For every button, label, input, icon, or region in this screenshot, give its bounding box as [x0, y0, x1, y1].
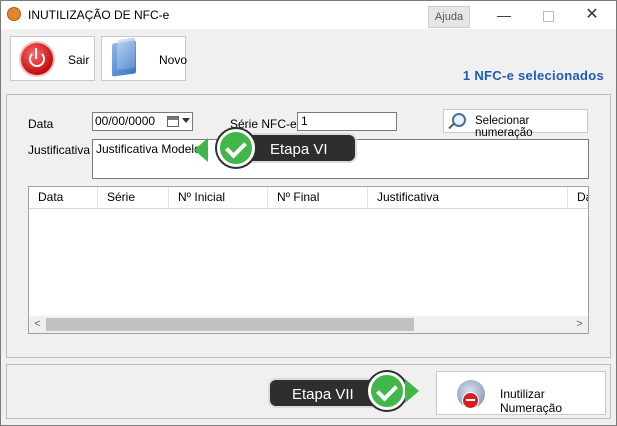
series-input[interactable]: 1 [297, 112, 397, 131]
close-button[interactable]: ✕ [572, 1, 612, 29]
column-header-serie[interactable]: Série [98, 187, 169, 208]
inutilize-numbering-label: Inutilizar Numeração [500, 387, 563, 415]
scroll-right-icon[interactable]: > [571, 316, 588, 333]
title-bar: INUTILIZAÇÃO DE NFC-e Ajuda — ✕ [1, 1, 616, 29]
numbering-grid[interactable]: Data Série Nº Inicial Nº Final Justifica… [28, 186, 589, 334]
select-numbering-button[interactable]: Selecionar numeração [443, 109, 588, 139]
select-numbering-label: Selecionar numeração [475, 115, 533, 139]
app-logo-icon [7, 7, 21, 21]
grid-header: Data Série Nº Inicial Nº Final Justifica… [29, 187, 588, 209]
maximize-button [528, 1, 568, 29]
new-button[interactable]: Novo [101, 36, 188, 81]
exit-button[interactable]: Sair [10, 36, 95, 81]
date-label: Data [28, 117, 54, 131]
column-header-final-number[interactable]: Nº Final [268, 187, 368, 208]
selected-count-status: 1 NFC-e selecionados [462, 68, 604, 83]
minimize-button[interactable]: — [484, 1, 524, 29]
new-button-label: Novo [159, 53, 188, 67]
callout-pointer [194, 138, 208, 162]
folder-icon [112, 40, 136, 77]
chevron-down-icon[interactable] [182, 118, 190, 123]
horizontal-scrollbar[interactable]: < > [29, 316, 588, 333]
calendar-icon[interactable] [167, 116, 179, 127]
justification-label: Justificativa [28, 143, 91, 157]
exit-button-label: Sair [68, 53, 90, 67]
window-title: INUTILIZAÇÃO DE NFC-e [28, 8, 170, 22]
checkmark-icon [217, 129, 255, 167]
inutilize-numbering-button[interactable]: Inutilizar Numeração [436, 371, 606, 415]
block-icon [457, 380, 485, 409]
maximize-icon [542, 10, 554, 22]
column-header-initial-number[interactable]: Nº Inicial [169, 187, 268, 208]
scroll-left-icon[interactable]: < [29, 316, 46, 333]
magnifier-icon [452, 113, 466, 127]
scrollbar-thumb[interactable] [46, 318, 414, 331]
callout-pointer [405, 379, 419, 403]
power-icon [21, 43, 53, 75]
column-header-justification[interactable]: Justificativa [368, 187, 568, 208]
column-header-data[interactable]: Data [29, 187, 98, 208]
help-button[interactable]: Ajuda [428, 6, 470, 28]
checkmark-icon [368, 372, 406, 410]
column-header-date-cut[interactable]: Da [568, 187, 588, 208]
